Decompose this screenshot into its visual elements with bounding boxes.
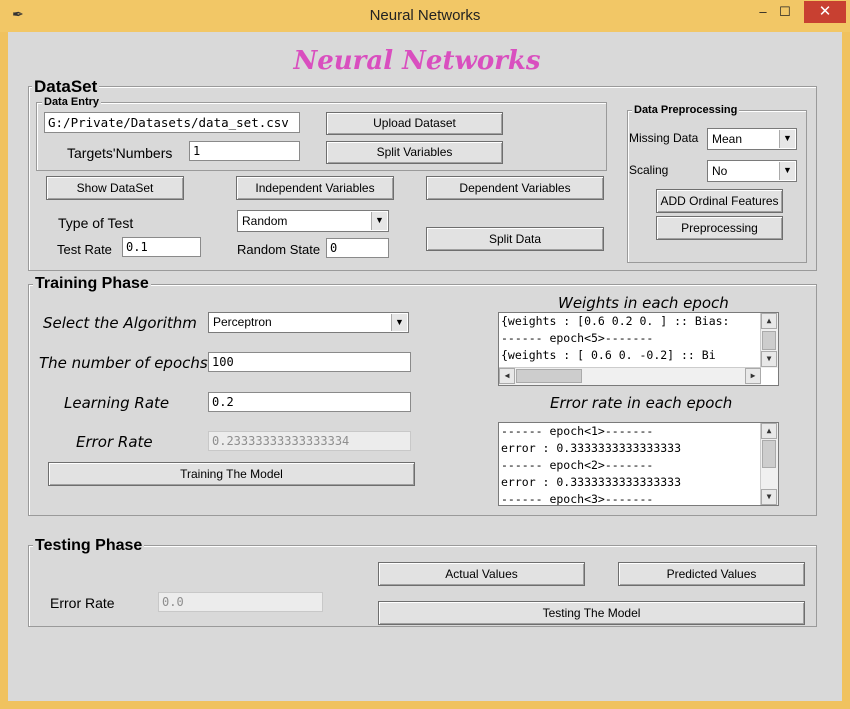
scroll-thumb[interactable] xyxy=(516,369,582,383)
window-title: Neural Networks xyxy=(369,7,481,24)
scroll-thumb[interactable] xyxy=(762,331,776,350)
split-data-button[interactable]: Split Data xyxy=(426,227,604,251)
train-model-button[interactable]: Training The Model xyxy=(48,462,415,486)
data-entry-label: Data Entry xyxy=(42,96,102,108)
scaling-label: Scaling xyxy=(629,163,669,177)
list-item[interactable]: ------ epoch<3>------- xyxy=(499,491,778,505)
training-frame-label: Training Phase xyxy=(33,275,151,293)
error-vscrollbar[interactable]: ▲ ▼ xyxy=(760,423,778,505)
learning-rate-label: Learning Rate xyxy=(64,394,170,412)
scroll-up-icon[interactable]: ▲ xyxy=(761,313,777,329)
error-epoch-title: Error rate in each epoch xyxy=(550,394,733,412)
algorithm-label: Select the Algorithm xyxy=(43,314,197,332)
test-rate-label: Test Rate xyxy=(57,242,112,257)
add-ordinal-features-button[interactable]: ADD Ordinal Features xyxy=(656,189,783,213)
weights-vscrollbar[interactable]: ▲ ▼ xyxy=(760,313,778,368)
maximize-button[interactable]: ☐ xyxy=(774,2,796,22)
testing-frame-label: Testing Phase xyxy=(33,537,145,555)
preprocessing-button[interactable]: Preprocessing xyxy=(656,216,783,240)
scroll-thumb[interactable] xyxy=(762,440,776,468)
scroll-down-icon[interactable]: ▼ xyxy=(761,489,777,505)
dataset-path-input[interactable]: G:/Private/Datasets/data_set.csv xyxy=(44,112,300,133)
test-model-button[interactable]: Testing The Model xyxy=(378,601,805,625)
targets-label: Targets'Numbers xyxy=(67,145,173,161)
test-error-rate-label: Error Rate xyxy=(50,595,115,611)
client-area: Neural Networks DataSet Data Entry G:/Pr… xyxy=(8,32,842,701)
list-item[interactable]: error : 0.3333333333333333 xyxy=(499,474,778,491)
scroll-left-icon[interactable]: ◀ xyxy=(499,368,515,384)
chevron-down-icon[interactable]: ▼ xyxy=(779,162,795,180)
dependent-variables-button[interactable]: Dependent Variables xyxy=(426,176,604,200)
missing-data-label: Missing Data xyxy=(629,131,699,145)
list-item[interactable]: {weights : [ 0.6 0. -0.2] :: Bi xyxy=(499,347,759,364)
title-bar: ✒ Neural Networks – ☐ ✕ xyxy=(0,0,850,32)
random-state-input[interactable]: 0 xyxy=(326,238,389,258)
chevron-down-icon[interactable]: ▼ xyxy=(391,314,407,331)
learning-rate-input[interactable]: 0.2 xyxy=(208,392,411,412)
predicted-values-button[interactable]: Predicted Values xyxy=(618,562,805,586)
list-item[interactable]: ------ epoch<1>------- xyxy=(499,423,778,440)
app-window: ✒ Neural Networks – ☐ ✕ Neural Networks … xyxy=(0,0,850,709)
weights-listbox[interactable]: {weights : [0.6 0.2 0. ] :: Bias: ------… xyxy=(498,312,779,386)
scaling-select[interactable]: No ▼ xyxy=(707,160,797,182)
test-error-rate-output: 0.0 xyxy=(158,592,323,612)
missing-data-select[interactable]: Mean ▼ xyxy=(707,128,797,150)
error-rate-output: 0.23333333333333334 xyxy=(208,431,411,451)
scroll-down-icon[interactable]: ▼ xyxy=(761,351,777,367)
scroll-up-icon[interactable]: ▲ xyxy=(761,423,777,439)
type-of-test-value: Random xyxy=(242,214,288,228)
app-title: Neural Networks xyxy=(293,46,541,76)
algorithm-select[interactable]: Perceptron ▼ xyxy=(208,312,409,333)
chevron-down-icon[interactable]: ▼ xyxy=(371,212,387,230)
epochs-input[interactable]: 100 xyxy=(208,352,411,372)
show-dataset-button[interactable]: Show DataSet xyxy=(46,176,184,200)
minimize-button[interactable]: – xyxy=(752,2,774,22)
error-listbox[interactable]: ------ epoch<1>------- error : 0.3333333… xyxy=(498,422,779,506)
chevron-down-icon[interactable]: ▼ xyxy=(779,130,795,148)
weights-hscrollbar[interactable]: ◀ ▶ xyxy=(499,367,761,385)
list-item[interactable]: ------ epoch<2>------- xyxy=(499,457,778,474)
algorithm-value: Perceptron xyxy=(213,315,272,329)
scroll-right-icon[interactable]: ▶ xyxy=(745,368,761,384)
weights-title: Weights in each epoch xyxy=(558,294,729,312)
test-rate-input[interactable]: 0.1 xyxy=(122,237,201,257)
dataset-frame-label: DataSet xyxy=(32,77,100,97)
targets-input[interactable]: 1 xyxy=(189,141,300,161)
list-item[interactable]: error : 0.3333333333333333 xyxy=(499,440,778,457)
error-rate-label: Error Rate xyxy=(76,433,153,451)
type-of-test-label: Type of Test xyxy=(58,215,134,231)
scaling-value: No xyxy=(712,164,728,178)
random-state-label: Random State xyxy=(237,242,321,257)
actual-values-button[interactable]: Actual Values xyxy=(378,562,585,586)
list-item[interactable]: {weights : [0.6 0.2 0. ] :: Bias: xyxy=(499,313,759,330)
independent-variables-button[interactable]: Independent Variables xyxy=(236,176,394,200)
preprocessing-label: Data Preprocessing xyxy=(632,104,740,116)
close-button[interactable]: ✕ xyxy=(804,1,846,23)
split-variables-button[interactable]: Split Variables xyxy=(326,141,503,164)
type-of-test-select[interactable]: Random ▼ xyxy=(237,210,389,232)
list-item[interactable]: ------ epoch<5>------- xyxy=(499,330,759,347)
upload-dataset-button[interactable]: Upload Dataset xyxy=(326,112,503,135)
missing-data-value: Mean xyxy=(712,132,743,146)
epochs-label: The number of epochs xyxy=(39,354,208,372)
